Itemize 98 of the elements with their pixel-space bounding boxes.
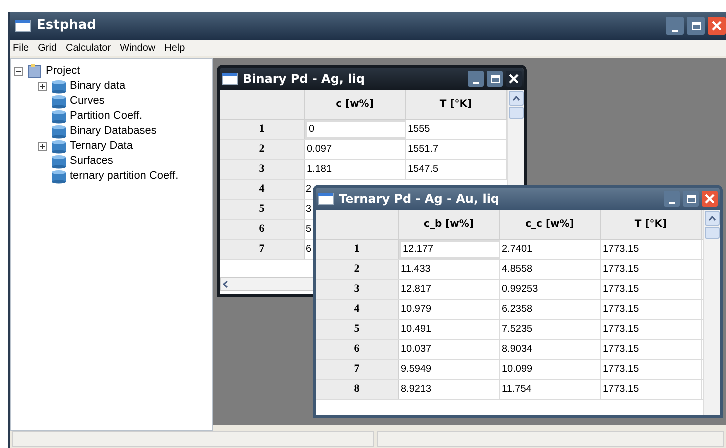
database-icon (51, 94, 67, 108)
maximize-button[interactable] (487, 71, 503, 87)
row-header[interactable]: 8 (316, 380, 399, 399)
table-cell[interactable]: 1773.15 (601, 260, 702, 279)
table-cell[interactable]: 1773.15 (601, 280, 702, 299)
table-cell[interactable]: 1773.15 (601, 380, 702, 399)
row-header[interactable]: 1 (316, 240, 399, 259)
row-header[interactable]: 6 (316, 340, 399, 359)
menu-item[interactable]: Calculator (66, 40, 112, 56)
table-cell[interactable]: 1.181 (305, 160, 406, 179)
tree-item[interactable]: Ternary Data (70, 141, 133, 152)
table-cell[interactable]: 4.8558 (500, 260, 601, 279)
table-cell[interactable]: 9.5949 (399, 360, 500, 379)
minimize-button[interactable] (666, 17, 684, 35)
row-header[interactable]: 5 (316, 320, 399, 339)
table-cell[interactable]: 0.99253 (500, 280, 601, 299)
table-cell[interactable]: 12.817 (399, 280, 500, 299)
table-cell[interactable]: 11.754 (500, 380, 601, 399)
scroll-up-button[interactable] (508, 91, 524, 106)
row-header[interactable]: 1 (220, 120, 305, 139)
table-cell[interactable]: 1773.15 (601, 360, 702, 379)
table-cell[interactable]: 1773.15 (601, 240, 702, 259)
table-cell[interactable]: 1773.15 (601, 320, 702, 339)
database-icon (51, 124, 67, 138)
collapse-icon[interactable] (14, 67, 23, 76)
table-cell[interactable]: 6.2358 (500, 300, 601, 319)
table-cell[interactable]: 3 (305, 200, 312, 219)
scroll-up-button[interactable] (704, 211, 720, 226)
close-icon (712, 21, 722, 31)
row-header[interactable]: 4 (220, 180, 305, 199)
column-header[interactable]: c_b [w%] (399, 210, 500, 239)
scroll-left-icon[interactable] (223, 280, 228, 288)
close-icon (705, 194, 715, 204)
chevron-up-icon (708, 216, 716, 221)
database-icon (51, 154, 67, 168)
table-cell[interactable]: 0.097 (305, 140, 406, 159)
menu-item[interactable]: Window (120, 40, 156, 56)
row-header[interactable]: 2 (220, 140, 305, 159)
row-header[interactable]: 3 (220, 160, 305, 179)
row-header[interactable]: 5 (220, 200, 305, 219)
menu-item[interactable]: Help (164, 40, 186, 56)
maximize-button[interactable] (687, 17, 705, 35)
window-icon (15, 20, 31, 32)
row-header[interactable]: 4 (316, 300, 399, 319)
horizontal-scrollbar[interactable] (220, 277, 316, 291)
scrollbar-thumb[interactable] (704, 227, 720, 239)
expand-icon[interactable] (38, 142, 47, 151)
window-title: Ternary Pd - Ag - Au, liq (339, 191, 501, 208)
table-cell[interactable]: 6 (305, 240, 312, 259)
table-cell[interactable]: 2.7401 (500, 240, 601, 259)
chevron-up-icon (512, 96, 520, 101)
maximize-button[interactable] (683, 191, 699, 207)
tree-item[interactable]: Surfaces (70, 156, 114, 167)
table-cell[interactable]: 8.9213 (399, 380, 500, 399)
project-icon (27, 64, 43, 79)
minimize-button[interactable] (468, 71, 484, 87)
tree-item[interactable]: Partition Coeff. (70, 111, 143, 122)
expand-icon[interactable] (38, 82, 47, 91)
table-cell[interactable]: 1773.15 (601, 300, 702, 319)
row-header[interactable]: 7 (220, 240, 305, 259)
table-cell[interactable]: 10.491 (399, 320, 500, 339)
tree-item[interactable]: Project (46, 66, 80, 77)
database-icon (51, 80, 67, 94)
row-header[interactable]: 3 (316, 280, 399, 299)
row-header[interactable]: 7 (316, 360, 399, 379)
database-icon (51, 110, 67, 124)
tree-item[interactable]: Binary data (70, 81, 126, 92)
table-cell[interactable]: 10.979 (399, 300, 500, 319)
row-header[interactable]: 6 (220, 220, 305, 239)
table-cell[interactable]: 7.5235 (500, 320, 601, 339)
tree-item[interactable]: ternary partition Coeff. (70, 171, 179, 182)
database-icon (51, 170, 67, 184)
column-header[interactable]: c [w%] (305, 90, 406, 119)
row-header[interactable]: 2 (316, 260, 399, 279)
minimize-button[interactable] (664, 191, 680, 207)
table-cell[interactable]: 1773.15 (601, 340, 702, 359)
column-header[interactable]: c_c [w%] (500, 210, 601, 239)
close-button[interactable] (506, 71, 522, 87)
table-cell[interactable]: 8.9034 (500, 340, 601, 359)
table-cell[interactable]: 12.177 (399, 240, 500, 259)
tree-item[interactable]: Binary Databases (70, 126, 157, 137)
table-cell[interactable]: 2 (305, 180, 312, 199)
table-cell[interactable]: 0 (305, 120, 406, 139)
scrollbar-thumb[interactable] (508, 107, 524, 119)
window-title: Estphad (37, 17, 98, 36)
window-icon (222, 73, 238, 85)
column-header[interactable]: T [°K] (601, 210, 702, 239)
close-icon (509, 74, 519, 84)
window-icon (318, 193, 334, 205)
table-cell[interactable]: 5 (305, 220, 312, 239)
table-cell[interactable]: 10.037 (399, 340, 500, 359)
database-icon (51, 140, 67, 154)
table-cell[interactable]: 10.099 (500, 360, 601, 379)
menu-item[interactable]: File (13, 40, 30, 56)
tree-item[interactable]: Curves (70, 96, 105, 107)
table-cell[interactable]: 11.433 (399, 260, 500, 279)
window-title: Binary Pd - Ag, liq (243, 71, 366, 88)
menu-item[interactable]: Grid (38, 40, 58, 56)
